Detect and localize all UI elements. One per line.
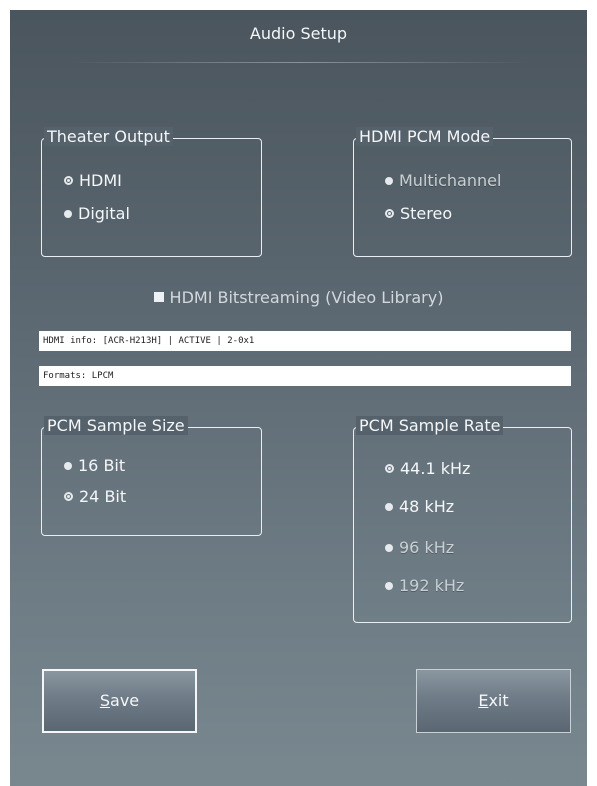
option-label: HDMI — [79, 171, 122, 190]
pcm-sample-size-legend: PCM Sample Size — [44, 416, 188, 435]
hdmi-pcm-mode-legend: HDMI PCM Mode — [356, 127, 494, 146]
radio-unselected-icon — [385, 502, 393, 511]
hdmi-info-field: HDMI info: [ACR-H213H] | ACTIVE | 2-0x1 — [39, 331, 571, 351]
pcm-sample-rate-legend: PCM Sample Rate — [356, 416, 504, 435]
option-label: 16 Bit — [78, 456, 126, 475]
radio-unselected-icon — [385, 581, 393, 590]
option-label: Multichannel — [399, 171, 502, 190]
pcm-sample-size-24bit-radio[interactable]: 24 Bit — [64, 487, 126, 506]
save-mnemonic: S — [99, 691, 111, 710]
exit-mnemonic: E — [478, 691, 489, 710]
radio-selected-icon — [64, 176, 73, 185]
pcm-sample-rate-44k-radio[interactable]: 44.1 kHz — [385, 459, 470, 478]
theater-output-group: Theater Output HDMI Digital — [41, 127, 262, 257]
pcm-sample-rate-192k-radio[interactable]: 192 kHz — [385, 576, 464, 595]
audio-setup-dialog: Audio Setup Theater Output HDMI Digital … — [10, 10, 587, 786]
hdmi-pcm-stereo-radio[interactable]: Stereo — [385, 204, 452, 223]
hdmi-bitstreaming-checkbox[interactable]: HDMI Bitstreaming (Video Library) — [10, 288, 587, 307]
dialog-title: Audio Setup — [249, 24, 348, 43]
radio-unselected-icon — [64, 461, 72, 470]
pcm-sample-rate-group: PCM Sample Rate 44.1 kHz 48 kHz 96 kHz 1… — [353, 416, 572, 623]
pcm-sample-rate-96k-radio[interactable]: 96 kHz — [385, 538, 454, 557]
option-label: 96 kHz — [399, 538, 455, 557]
radio-unselected-icon — [64, 209, 72, 218]
theater-output-digital-radio[interactable]: Digital — [64, 204, 130, 223]
theater-output-hdmi-radio[interactable]: HDMI — [64, 171, 122, 190]
pcm-sample-rate-48k-radio[interactable]: 48 kHz — [385, 497, 454, 516]
pcm-sample-size-16bit-radio[interactable]: 16 Bit — [64, 456, 125, 475]
checkbox-icon — [153, 291, 164, 302]
radio-unselected-icon — [385, 543, 393, 552]
option-label: 192 kHz — [399, 576, 465, 595]
exit-button[interactable]: Exit — [416, 669, 571, 733]
option-label: Digital — [78, 204, 130, 223]
theater-output-legend: Theater Output — [44, 127, 173, 146]
option-label: 44.1 kHz — [400, 459, 471, 478]
radio-unselected-icon — [385, 176, 393, 185]
save-button[interactable]: Save — [42, 669, 197, 733]
title-divider — [70, 62, 530, 63]
option-label: Stereo — [400, 204, 453, 223]
exit-label-rest: xit — [488, 691, 509, 710]
radio-selected-icon — [385, 209, 394, 218]
checkbox-label: HDMI Bitstreaming (Video Library) — [169, 288, 444, 307]
save-label-rest: ave — [110, 691, 140, 710]
hdmi-pcm-multichannel-radio[interactable]: Multichannel — [385, 171, 501, 190]
hdmi-pcm-mode-group: HDMI PCM Mode Multichannel Stereo — [353, 127, 572, 257]
formats-field: Formats: LPCM — [39, 366, 571, 386]
option-label: 48 kHz — [399, 497, 455, 516]
radio-selected-icon — [64, 492, 73, 501]
radio-selected-icon — [385, 464, 394, 473]
pcm-sample-size-group: PCM Sample Size 16 Bit 24 Bit — [41, 416, 262, 536]
option-label: 24 Bit — [79, 487, 127, 506]
